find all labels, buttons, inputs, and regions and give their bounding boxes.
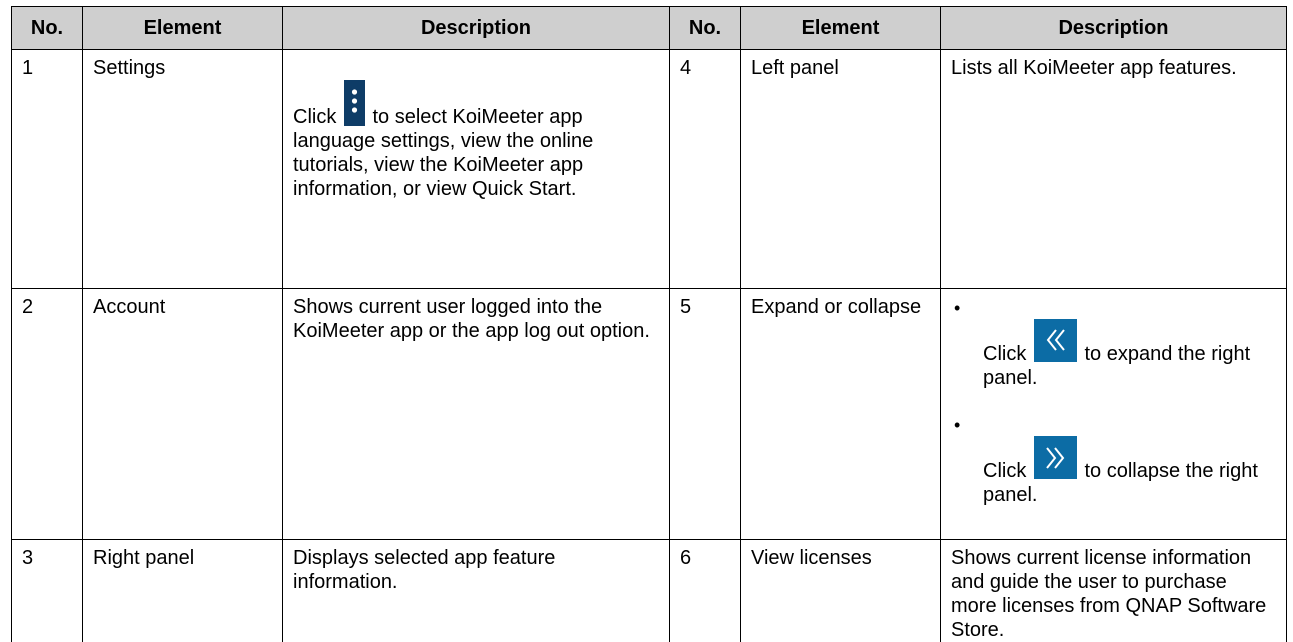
header-element: Element — [741, 7, 941, 50]
double-chevron-left-icon — [1034, 319, 1077, 362]
element-name: Settings — [83, 50, 283, 289]
bullet-list: • Click to expand the right panel. — [951, 295, 1276, 507]
element-description: Displays selected app feature informatio… — [283, 540, 670, 642]
click-text: Click — [983, 343, 1026, 365]
element-description-table: No. Element Description No. Element Desc… — [11, 6, 1287, 642]
header-row: No. Element Description No. Element Desc… — [12, 7, 1287, 50]
header-element: Element — [83, 7, 283, 50]
element-description: Lists all KoiMeeter app features. — [941, 50, 1287, 289]
element-name: Account — [83, 289, 283, 540]
bullet: • — [954, 296, 960, 320]
list-item: • Click to collapse the right panel. — [951, 412, 1276, 507]
row-number: 1 — [12, 50, 83, 289]
row-number: 6 — [670, 540, 741, 642]
double-chevron-right-icon — [1034, 436, 1077, 479]
header-description: Description — [941, 7, 1287, 50]
element-name: Right panel — [83, 540, 283, 642]
element-description: Click to select KoiMeeter app language s… — [283, 50, 670, 289]
row-number: 2 — [12, 289, 83, 540]
description-text: to select KoiMeeter app language setting… — [293, 106, 593, 200]
row-number: 3 — [12, 540, 83, 642]
element-name: Expand or collapse — [741, 289, 941, 540]
table-row: 3 Right panel Displays selected app feat… — [12, 540, 1287, 642]
element-description: Shows current user logged into the KoiMe… — [283, 289, 670, 540]
click-text: Click — [983, 460, 1026, 482]
header-no: No. — [12, 7, 83, 50]
element-name: View licenses — [741, 540, 941, 642]
header-description: Description — [283, 7, 670, 50]
more-vertical-icon — [344, 80, 365, 126]
element-description: • Click to expand the right panel. — [941, 289, 1287, 540]
click-text: Click — [293, 106, 336, 128]
element-name: Left panel — [741, 50, 941, 289]
element-description: Shows current license information and gu… — [941, 540, 1287, 642]
row-number: 4 — [670, 50, 741, 289]
bullet: • — [954, 413, 960, 437]
table-row: 1 Settings Click to select KoiMeeter app… — [12, 50, 1287, 289]
list-item: • Click to expand the right panel. — [951, 295, 1276, 390]
spacer — [951, 390, 1276, 412]
row-number: 5 — [670, 289, 741, 540]
table-row: 2 Account Shows current user logged into… — [12, 289, 1287, 540]
header-no: No. — [670, 7, 741, 50]
